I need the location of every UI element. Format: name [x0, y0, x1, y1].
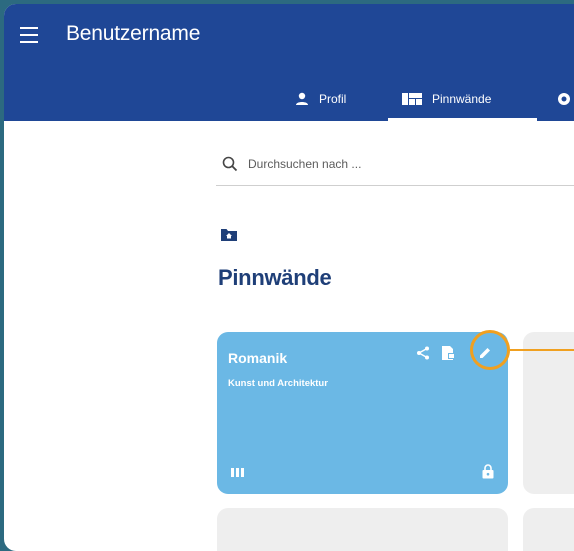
card-subtitle: Kunst und Architektur: [228, 378, 328, 389]
board-card[interactable]: Romanik Kunst und Architektur: [217, 332, 508, 494]
board-card-placeholder: [217, 508, 508, 551]
share-icon[interactable]: [412, 342, 434, 364]
folder-home-icon: [221, 228, 237, 247]
lock-icon[interactable]: [482, 464, 494, 484]
search-field[interactable]: [216, 142, 574, 186]
tab-bar: Profil Pinnwände: [4, 76, 574, 121]
tab-label-pinnwaende: Pinnwände: [432, 91, 492, 106]
app-bar: Benutzername Profil Pinnwände: [4, 4, 574, 121]
page-title: Pinnwände: [218, 265, 332, 290]
document-icon[interactable]: [437, 342, 459, 364]
active-tab-indicator: [388, 118, 537, 121]
menu-icon[interactable]: [20, 27, 40, 45]
tab-settings[interactable]: [556, 76, 574, 121]
callout-line: [510, 349, 574, 351]
board-card-placeholder: [523, 508, 574, 551]
highlight-circle: [470, 330, 510, 370]
app-title: Benutzername: [66, 22, 201, 45]
tab-pinnwaende[interactable]: Pinnwände: [402, 76, 491, 121]
app-window: Benutzername Profil Pinnwände Durchsuche…: [4, 4, 574, 551]
gear-icon: [556, 91, 572, 107]
tab-label-profil: Profil: [319, 91, 347, 106]
board-icon: [402, 92, 422, 105]
card-title: Romanik: [228, 350, 288, 366]
board-card-placeholder: [523, 332, 574, 494]
person-icon: [295, 92, 309, 106]
tab-profil[interactable]: Profil: [295, 76, 346, 121]
grid-icon: [231, 464, 244, 482]
search-icon: [222, 156, 238, 171]
search-input[interactable]: [248, 156, 548, 171]
